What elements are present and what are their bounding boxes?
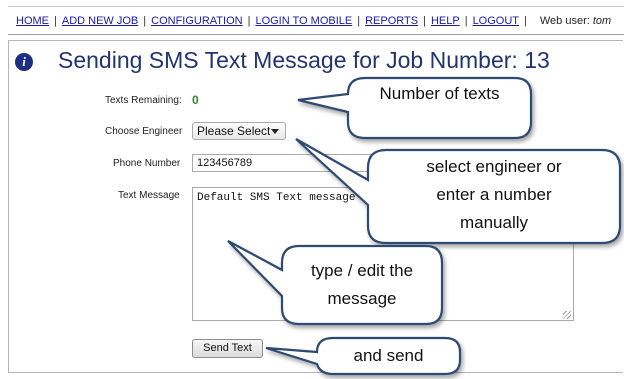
callout-number-of-texts-text: Number of texts — [379, 84, 500, 103]
callout-type-edit-line2: message — [327, 289, 397, 308]
callout-and-send-text: and send — [353, 346, 424, 365]
callout-type-edit-line1: type / edit the — [310, 261, 414, 280]
callout-type-edit — [227, 240, 444, 326]
callout-select-engineer-line3: manually — [459, 213, 529, 232]
callout-select-engineer-line2: enter a number — [436, 185, 552, 204]
callout-select-engineer-line1: select engineer or — [426, 157, 562, 176]
